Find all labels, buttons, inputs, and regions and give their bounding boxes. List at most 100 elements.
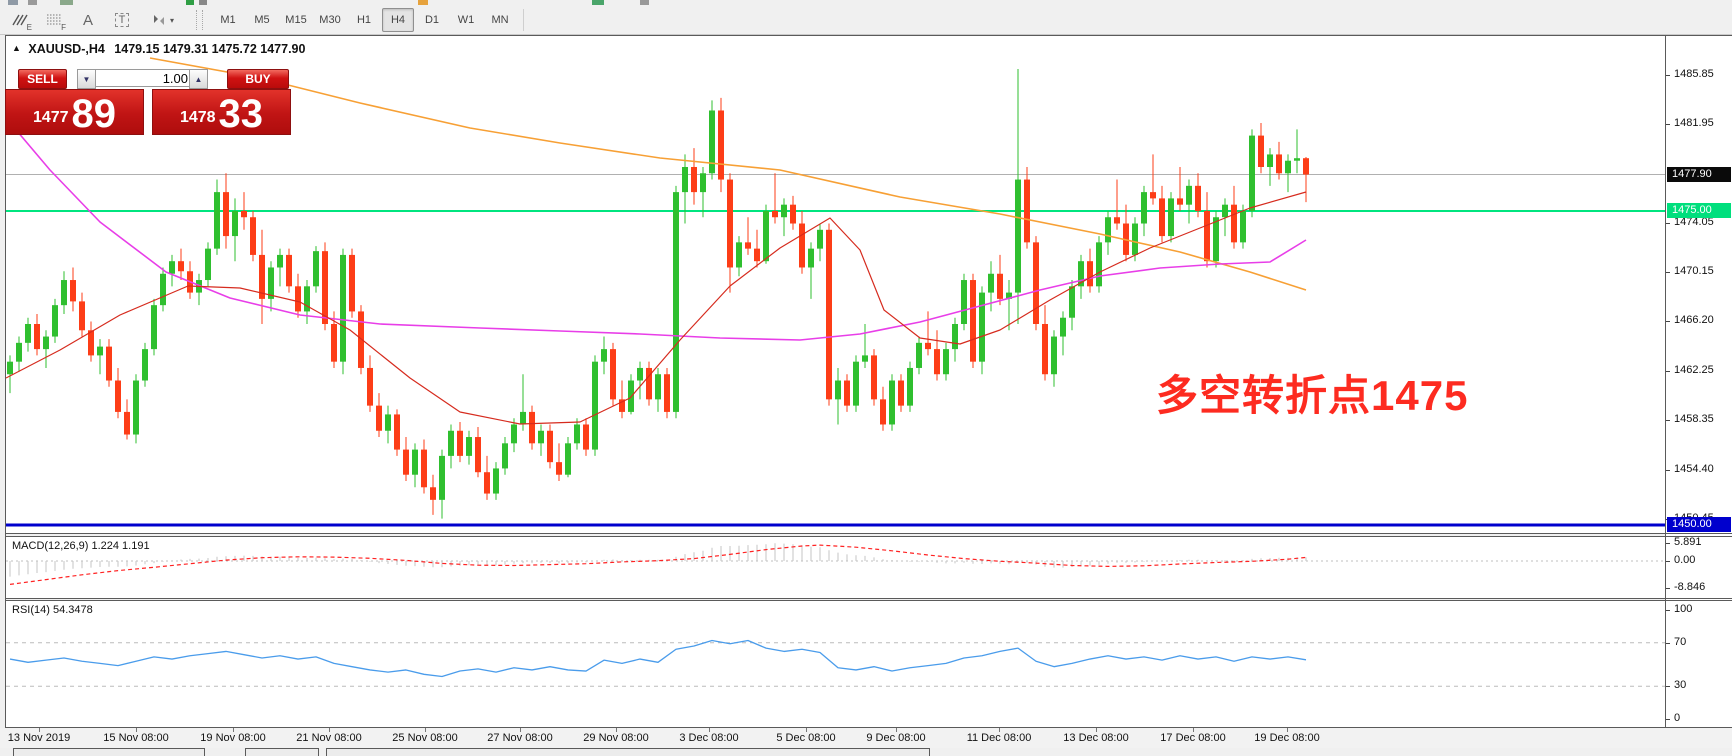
panel-separator[interactable]	[5, 533, 1732, 534]
candle-body	[115, 381, 121, 412]
chart-text-annotation[interactable]: 多空转折点1475	[1156, 362, 1468, 423]
candle-body	[835, 381, 841, 400]
bottom-window-tab[interactable]	[245, 748, 319, 756]
bottom-window-tab[interactable]	[326, 748, 930, 756]
candle-body	[1141, 192, 1147, 223]
candle-body	[214, 192, 220, 249]
candle-body	[979, 293, 985, 362]
rsi-indicator-canvas[interactable]	[6, 601, 1665, 727]
price-tick-label: 1466.20	[1674, 314, 1732, 326]
candle-body	[1258, 136, 1264, 167]
arrow-style-icon[interactable]: ▾	[142, 8, 182, 32]
candle-body	[1105, 217, 1111, 242]
candle-body	[1177, 198, 1183, 204]
candle-body	[718, 110, 724, 179]
toolbar-drag-handle[interactable]	[196, 10, 203, 30]
timeframe-button-m15[interactable]: M15	[280, 8, 312, 32]
candle-body	[889, 381, 895, 425]
candle-body	[691, 167, 697, 192]
collapse-arrow-icon[interactable]: ▲	[12, 43, 21, 53]
boxed-t-glyph: T	[115, 13, 130, 27]
time-tick-label: 11 Dec 08:00	[967, 732, 1032, 744]
price-tick-mark	[1666, 371, 1670, 372]
candle-body	[772, 211, 778, 217]
macd-tick-mark	[1666, 561, 1670, 562]
candle-body	[70, 280, 76, 301]
candle-body	[1303, 158, 1309, 174]
candle-body	[673, 192, 679, 412]
price-tick-mark	[1666, 470, 1670, 471]
buy-price-quote[interactable]: 1478 33	[152, 89, 291, 135]
candle-body	[565, 443, 571, 474]
candle-body	[592, 362, 598, 450]
volume-decrease-button[interactable]: ▼	[77, 69, 96, 89]
toolbar-separator	[523, 9, 524, 31]
candle-body	[286, 255, 292, 286]
candle-body	[142, 349, 148, 380]
candle-body	[466, 437, 472, 456]
text-box-icon[interactable]: T	[108, 8, 136, 32]
candle-body	[241, 211, 247, 217]
candle-body	[457, 431, 463, 456]
time-tick-label: 27 Nov 08:00	[487, 732, 552, 744]
candle-body	[25, 324, 31, 343]
ohlc-values: 1479.15 1479.31 1475.72 1477.90	[114, 42, 305, 56]
timeframe-button-w1[interactable]: W1	[450, 8, 482, 32]
candle-body	[583, 424, 589, 449]
time-tick-label: 17 Dec 08:00	[1160, 732, 1225, 744]
timeframe-button-h4[interactable]: H4	[382, 8, 414, 32]
price-tick-mark	[1666, 124, 1670, 125]
icon-subscript: F	[61, 23, 66, 32]
candle-body	[79, 301, 85, 330]
candle-body	[790, 205, 796, 224]
candle-body	[529, 412, 535, 443]
macd-tick-mark	[1666, 543, 1670, 544]
bottom-window-tab[interactable]	[13, 748, 205, 756]
candle-body	[916, 343, 922, 368]
timeframe-button-h1[interactable]: H1	[348, 8, 380, 32]
one-click-trade-panel: SELL ▼ ▲ BUY 1477 89 1478 33	[5, 60, 289, 132]
icon-subscript: E	[27, 23, 32, 32]
candle-body	[1087, 261, 1093, 286]
volume-input[interactable]	[95, 69, 194, 87]
macd-indicator-canvas[interactable]	[6, 537, 1665, 598]
symbol-info-line: ▲ XAUUSD-,H4 1479.15 1479.31 1475.72 147…	[12, 42, 305, 56]
buy-button[interactable]: BUY	[227, 69, 289, 89]
price-badge-1450-00: 1450.00	[1667, 517, 1731, 532]
timeframe-button-m30[interactable]: M30	[314, 8, 346, 32]
candle-body	[1015, 180, 1021, 293]
volume-increase-button[interactable]: ▲	[189, 69, 208, 89]
candle-body	[1069, 286, 1075, 317]
dropdown-caret-icon: ▾	[170, 16, 174, 25]
timeframe-button-m5[interactable]: M5	[246, 8, 278, 32]
rsi-tick-label: 0	[1674, 712, 1732, 724]
candle-body	[502, 443, 508, 468]
rsi-tick-mark	[1666, 719, 1670, 720]
text-label-icon[interactable]: A	[74, 8, 102, 32]
price-tick-label: 1485.85	[1674, 68, 1732, 80]
timeframe-button-m1[interactable]: M1	[212, 8, 244, 32]
elliott-waves-icon[interactable]: E	[6, 8, 34, 32]
candle-body	[151, 305, 157, 349]
candle-body	[781, 205, 787, 218]
candle-body	[727, 180, 733, 268]
time-axis: 13 Nov 201915 Nov 08:0019 Nov 08:0021 No…	[0, 728, 1732, 748]
candle-body	[421, 450, 427, 488]
candle-body	[871, 355, 877, 399]
candle-body	[169, 261, 175, 274]
fibonacci-grid-icon[interactable]: F	[40, 8, 68, 32]
candle-body	[799, 224, 805, 268]
price-tick-label: 1470.15	[1674, 265, 1732, 277]
panel-separator[interactable]	[5, 598, 1732, 599]
sell-price-quote[interactable]: 1477 89	[5, 89, 144, 135]
candle-body	[862, 355, 868, 361]
sell-button[interactable]: SELL	[18, 69, 67, 89]
candle-body	[844, 381, 850, 406]
candle-body	[295, 286, 301, 311]
candle-body	[826, 230, 832, 400]
timeframe-button-d1[interactable]: D1	[416, 8, 448, 32]
candle-body	[736, 242, 742, 267]
dotted-grid-glyph	[46, 13, 62, 27]
timeframe-button-mn[interactable]: MN	[484, 8, 516, 32]
candle-body	[988, 274, 994, 293]
